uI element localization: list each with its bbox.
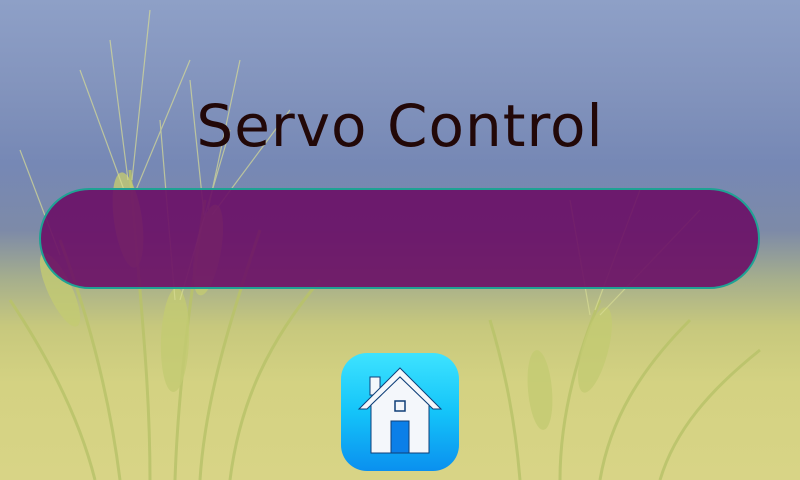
home-button[interactable]: [341, 353, 459, 471]
home-icon: [357, 367, 443, 454]
page-title: Servo Control: [196, 92, 604, 160]
servo-slider-track[interactable]: [39, 188, 760, 289]
